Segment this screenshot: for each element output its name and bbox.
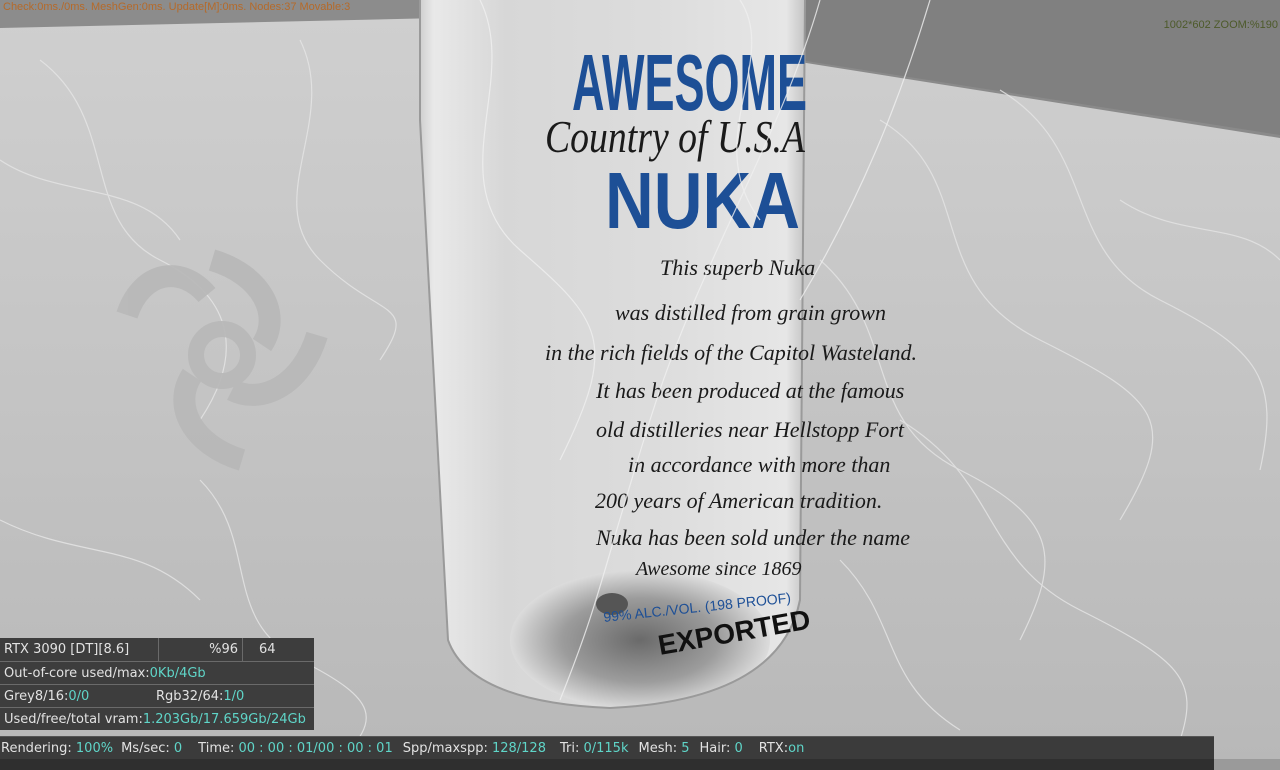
render-status-bar: Rendering: 100% Ms/sec: 0 Time: 00 : 00 … [0,736,1214,759]
grey-value: 0/0 [68,688,90,704]
grey-label: Grey8/16: [4,688,69,704]
bottom-bar [0,759,1214,770]
render-stats-overlay: Check:0ms./0ms. MeshGen:0ms. Update[M]:0… [3,1,351,13]
label-body-line: This superb Nuka [660,255,815,280]
status-mesh: Mesh: 5 [638,740,690,756]
status-time: Time: 00 : 00 : 01/00 : 00 : 01 [198,740,393,756]
gpu-name: RTX 3090 [DT][8.6] [4,642,130,657]
label-body-line: It has been produced at the famous [595,378,904,403]
resolution-zoom-readout: 1002*602 ZOOM:%190 [1163,19,1278,31]
rgb-value: 1/0 [223,688,245,704]
label-body-line: was distilled from grain grown [615,300,886,325]
label-body-line: Nuka has been sold under the name [595,525,910,550]
status-hair: Hair: 0 [699,740,743,756]
ooc-label: Out-of-core used/max: [4,665,150,681]
status-rtx: RTX:on [758,740,805,756]
texture-count-row: Grey8/16: 0/0 Rgb32/64: 1/0 [0,684,314,707]
status-spp: Spp/maxspp: 128/128 [402,740,546,756]
ooc-value: 0Kb/4Gb [149,665,206,681]
label-body-line: in the rich fields of the Capitol Wastel… [545,340,917,365]
vram-value: 1.203Gb/17.659Gb/24Gb [142,711,306,727]
label-body-line: Awesome since 1869 [634,558,802,580]
out-of-core-row: Out-of-core used/max: 0Kb/4Gb [0,661,314,684]
label-script-line: Country of U.S.A [545,111,806,162]
label-brand-line2: NUKA [605,156,800,245]
vram-row: Used/free/total vram: 1.203Gb/17.659Gb/2… [0,707,314,730]
status-ms-sec: Ms/sec: 0 [121,740,183,756]
label-body-line: 200 years of American tradition. [595,488,882,513]
status-rendering: Rendering: 100% [1,740,114,756]
bottom-bar-right [1214,759,1280,770]
vram-label: Used/free/total vram: [4,711,143,727]
render-info-panel: RTX 3090 [DT][8.6] %96 64 Out-of-core us… [0,638,314,730]
status-tri: Tri: 0/115k [559,740,629,756]
rgb-label: Rgb32/64: [156,688,224,704]
gpu-count: 64 [242,638,314,661]
label-body-line: old distilleries near Hellstopp Fort [596,417,905,442]
gpu-usage-percent: %96 [158,638,242,661]
label-body-line: in accordance with more than [628,452,890,477]
